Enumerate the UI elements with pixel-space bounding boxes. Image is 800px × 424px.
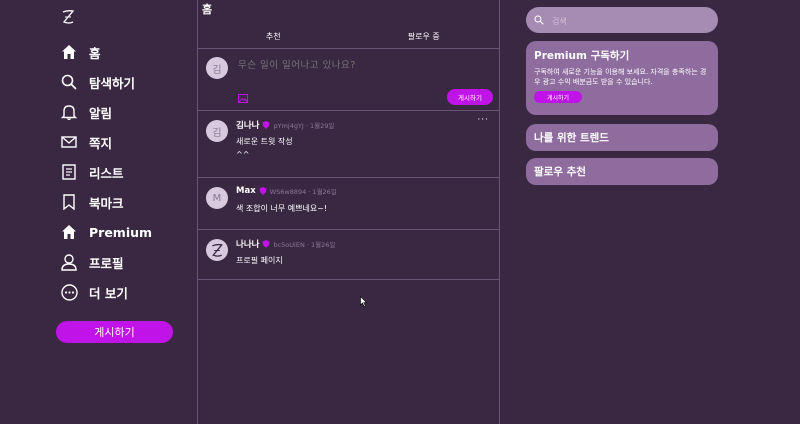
more-options-icon[interactable]: ··· (477, 115, 489, 125)
avatar[interactable] (206, 239, 228, 261)
nav-item-notifications[interactable]: 알림 (59, 100, 112, 124)
left-sidebar: 홈 탐색하기 알림 쪽지 리스트 북마크 Premium 프로필 더 보기 게시… (0, 0, 197, 424)
compose-post-button[interactable]: 게시하기 (447, 89, 493, 105)
avatar[interactable]: M (206, 187, 228, 209)
nav-label: 프로필 (89, 255, 124, 271)
nav-label: 쪽지 (89, 135, 113, 151)
tab-following[interactable]: 팔로우 중 (349, 24, 500, 48)
home-icon (59, 42, 79, 62)
more-icon (59, 282, 79, 302)
nav-label: Premium (89, 224, 153, 240)
premium-title: Premium 구독하기 (534, 50, 630, 62)
post-text: 새로운 트윗 작성 ^^ (236, 137, 293, 159)
image-icon[interactable] (238, 94, 248, 103)
nav-label: 홈 (89, 45, 101, 61)
nav-label: 북마크 (89, 195, 124, 211)
nav-item-profile[interactable]: 프로필 (59, 250, 124, 274)
tab-for-you[interactable]: 추천 (198, 24, 349, 48)
timeline-tabs: 추천 팔로우 중 (198, 24, 499, 49)
post-item[interactable]: M Max WS6w8894 · 1월26일 색 조합이 너무 예쁘네요~! (198, 178, 499, 230)
nav-item-more[interactable]: 더 보기 (59, 280, 128, 304)
search-icon (534, 15, 544, 25)
premium-card: Premium 구독하기 구독하여 새로운 기능을 이용해 보세요. 자격을 충… (526, 41, 718, 115)
verified-badge-icon (262, 121, 270, 129)
timeline: 홈 추천 팔로우 중 김 게시하기 김 김나나 pYmj4gYJ · 1월29일… (197, 0, 500, 424)
bookmark-icon (59, 192, 79, 212)
author-handle: bc5oUiEN · 1월26일 (273, 241, 336, 249)
nav-item-lists[interactable]: 리스트 (59, 160, 124, 184)
search-input[interactable] (550, 13, 714, 29)
avatar[interactable]: 김 (206, 120, 228, 142)
nav-item-explore[interactable]: 탐색하기 (59, 70, 135, 94)
nav-label: 알림 (89, 105, 113, 121)
search-bar[interactable] (526, 7, 718, 33)
avatar[interactable]: 김 (206, 57, 228, 79)
trends-title: 나를 위한 트렌드 (534, 132, 609, 144)
page-title: 홈 (202, 3, 213, 16)
author-name[interactable]: 나나나 (236, 238, 259, 250)
author-handle: WS6w8894 · 1월26일 (269, 188, 337, 196)
stylized-z-logo[interactable] (61, 9, 75, 25)
who-to-follow-card[interactable]: 팔로우 추천 (526, 158, 718, 185)
bell-icon (59, 102, 79, 122)
user-icon (59, 252, 79, 272)
post-meta: 김나나 pYmj4gYJ · 1월29일 (236, 119, 334, 131)
mail-icon (59, 132, 79, 152)
premium-description: 구독하여 새로운 기능을 이용해 보세요. 자격을 충족하는 경우 광고 수익 … (534, 68, 707, 86)
post-text: 프로필 페이지 (236, 256, 283, 265)
post-text: 색 조합이 너무 예쁘네요~! (236, 204, 328, 213)
nav-label: 탐색하기 (89, 75, 136, 91)
post-meta: 나나나 bc5oUiEN · 1월26일 (236, 238, 335, 250)
nav-label: 더 보기 (89, 285, 128, 301)
post-button[interactable]: 게시하기 (56, 321, 173, 343)
list-icon (59, 162, 79, 182)
follow-title: 팔로우 추천 (534, 166, 586, 178)
stylized-z-avatar-icon (212, 243, 223, 257)
compose-box: 김 게시하기 (198, 49, 499, 111)
nav-item-messages[interactable]: 쪽지 (59, 130, 112, 154)
verified-badge-icon (262, 240, 270, 248)
subscribe-button[interactable]: 게시하기 (534, 91, 582, 103)
nav-item-premium[interactable]: Premium (59, 220, 152, 244)
author-name[interactable]: 김나나 (236, 119, 259, 131)
trends-card[interactable]: 나를 위한 트렌드 (526, 124, 718, 151)
post-item[interactable]: 김 김나나 pYmj4gYJ · 1월29일 ··· 새로운 트윗 작성 ^^ (198, 111, 499, 178)
post-meta: Max WS6w8894 · 1월26일 (236, 186, 337, 196)
author-name[interactable]: Max (236, 186, 256, 196)
mouse-cursor-icon (360, 296, 367, 307)
post-item[interactable]: 나나나 bc5oUiEN · 1월26일 프로필 페이지 (198, 230, 499, 280)
verified-badge-icon (259, 187, 267, 195)
search-icon (59, 72, 79, 92)
nav-item-bookmarks[interactable]: 북마크 (59, 190, 124, 214)
compose-input[interactable] (236, 59, 490, 72)
premium-icon (59, 222, 79, 242)
nav-item-home[interactable]: 홈 (59, 40, 101, 64)
nav-label: 리스트 (89, 165, 124, 181)
author-handle: pYmj4gYJ · 1월29일 (273, 122, 335, 130)
